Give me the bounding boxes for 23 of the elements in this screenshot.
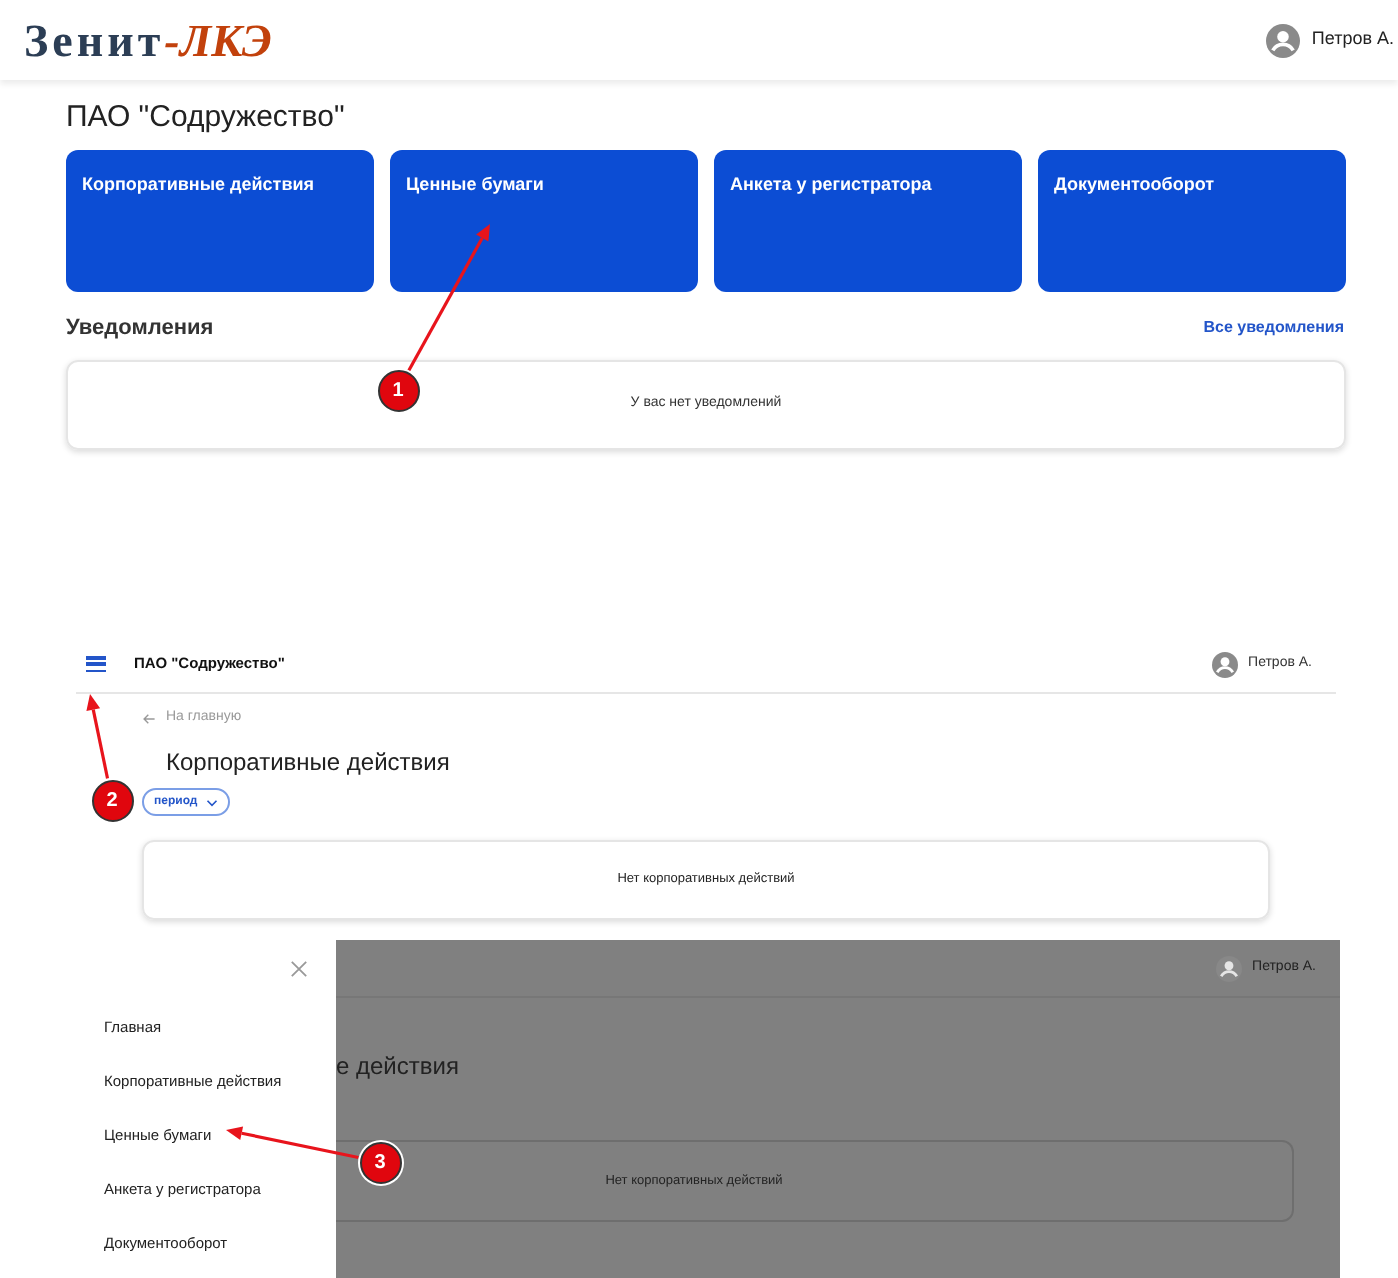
avatar-icon[interactable] <box>1265 23 1300 57</box>
section-tile[interactable]: Документооборот <box>1038 150 1346 292</box>
menu-icon[interactable] <box>86 656 106 672</box>
user-name[interactable]: Петров А. <box>1311 26 1394 54</box>
avatar-icon[interactable] <box>1216 955 1243 981</box>
page-title: Корпоративные действия <box>166 746 452 776</box>
all-notifications-link[interactable]: Все уведомления <box>1203 316 1346 340</box>
annotation-arrow <box>86 694 110 779</box>
step-number-badge: 1 <box>377 369 419 411</box>
company-title: ПАО "Содружество" <box>66 102 347 138</box>
section-tile[interactable]: Корпоративные действия <box>66 150 374 292</box>
chevron-down-icon <box>205 797 218 807</box>
close-icon[interactable] <box>290 960 308 978</box>
page-title: е действия <box>336 1050 461 1080</box>
arrow-left-icon <box>142 711 156 725</box>
annotation-arrow <box>226 1126 359 1160</box>
logo[interactable]: Зенит-ЛКЭ <box>24 17 272 63</box>
step-number-badge: 2 <box>91 779 133 821</box>
avatar-icon[interactable] <box>1212 651 1239 677</box>
section-tile[interactable]: Анкета у регистратора <box>714 150 1022 292</box>
step-number-badge: 3 <box>359 1141 401 1183</box>
section-tile[interactable]: Ценные бумаги <box>390 150 698 292</box>
notifications-title: Уведомления <box>66 313 214 344</box>
